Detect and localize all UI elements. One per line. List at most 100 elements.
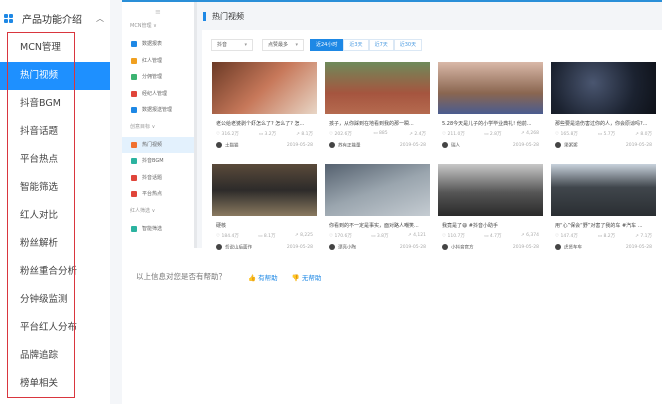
video-thumbnail[interactable] <box>325 62 430 114</box>
sidebar-heading[interactable]: 产品功能介绍 ︿ <box>4 11 104 26</box>
author[interactable]: 果粥粥 <box>555 142 578 149</box>
video-thumbnail[interactable] <box>438 62 543 114</box>
platform-select[interactable]: 抖音 ▾ <box>211 39 253 51</box>
video-title[interactable]: 你看到的不一定是事实，面对路人嘲笑... <box>325 222 430 229</box>
time-tab[interactable]: 近3天 <box>343 39 369 51</box>
inner-sidebar-item[interactable]: 平台热点 <box>122 186 194 202</box>
video-thumbnail[interactable] <box>212 164 317 216</box>
sidebar-item[interactable]: 智能筛选 <box>0 174 110 202</box>
author[interactable]: 虎贤车车 <box>555 244 582 251</box>
video-thumbnail[interactable] <box>438 164 543 216</box>
video-date: 2019-05-28 <box>286 244 313 250</box>
stat-comments: ▭ 8.2万 <box>598 233 615 239</box>
stat-shares: ↗ 6,374 <box>521 233 539 239</box>
stat-comments: ▭ 3.8万 <box>371 233 388 239</box>
sidebar-item[interactable]: 品牌追踪 <box>0 342 110 370</box>
sidebar-item[interactable]: 红人对比 <box>0 202 110 230</box>
stat-likes: ♡ 110.7万 <box>442 233 465 239</box>
author[interactable]: 土猫猫 <box>216 142 239 149</box>
sidebar-item[interactable]: 抖音BGM <box>0 90 110 118</box>
stat-likes: ♡ 165.8万 <box>555 131 578 137</box>
feedback-question: 以上信息对您是否有帮助？ <box>136 272 226 281</box>
inner-sidebar-item[interactable]: 红人管理 <box>122 53 194 69</box>
inner-sidebar-item[interactable]: 数据报送管理 <box>122 102 194 118</box>
avatar <box>329 142 335 148</box>
author[interactable]: 小抖音官方 <box>442 244 474 251</box>
inner-group-label[interactable]: MCN管理 ∨ <box>130 22 157 29</box>
video-title[interactable]: 老公给老婆剥个虾怎么了? 怎么了? 怎... <box>212 120 317 127</box>
helpful-button[interactable]: 👍 有帮助 <box>248 272 278 282</box>
time-tab[interactable]: 近24小时 <box>310 39 344 51</box>
time-tab[interactable]: 近30天 <box>393 39 423 51</box>
avatar <box>442 142 448 148</box>
inner-sidebar-item[interactable]: 抖音BGM <box>122 153 194 169</box>
stat-value: 8.0万 <box>640 132 652 137</box>
stat-likes: ♡ 211.0万 <box>442 131 465 137</box>
sort-select[interactable]: 点赞最多 ▾ <box>262 39 304 51</box>
video-card[interactable]: 硬核 ♡ 184.4万 ▭ 8.1万 ↗ 8,225 哲说山后面作 2019-05-28 <box>212 164 317 252</box>
not-helpful-label: 无帮助 <box>301 273 322 282</box>
video-stats: ♡ 184.4万 ▭ 8.1万 ↗ 8,225 <box>212 233 317 239</box>
inner-sidebar-item[interactable]: 抖音话题 <box>122 170 194 186</box>
video-thumbnail[interactable] <box>551 62 656 114</box>
sort-value: 点赞最多 <box>268 42 289 48</box>
feedback-bar: 以上信息对您是否有帮助？ 👍 有帮助 👎 无帮助 <box>136 271 321 282</box>
video-title[interactable]: 孩子，从你踩到在地看到我的那一瞬... <box>325 120 430 127</box>
video-card[interactable]: 5.28今天是儿子的小学毕业典礼! 他前... ♡ 211.0万 ▭ 2.8万 ↗ 4… <box>438 62 543 150</box>
video-thumbnail[interactable] <box>325 164 430 216</box>
video-card[interactable]: 孩子，从你踩到在地看到我的那一瞬... ♡ 202.6万 ▭ 885 ↗ 2.4万 苏有… <box>325 62 430 150</box>
divider <box>110 0 122 404</box>
sidebar-item[interactable]: 粉丝解析 <box>0 230 110 258</box>
author-name: 哲说山后面作 <box>225 245 252 251</box>
sidebar-item[interactable]: 平台红人分布 <box>0 314 110 342</box>
inner-sidebar-item[interactable]: 数据报表 <box>122 36 194 52</box>
inner-sidebar-item[interactable]: 热门视频 <box>122 136 194 153</box>
video-title[interactable]: 用“心”保会“野”对害了我的车 #汽车 ... <box>551 222 656 229</box>
not-helpful-button[interactable]: 👎 无帮助 <box>292 272 322 282</box>
video-thumbnail[interactable] <box>551 164 656 216</box>
menu-icon[interactable]: ≡ <box>155 8 161 16</box>
sidebar-item[interactable]: MCN管理 <box>0 34 110 62</box>
sidebar-item[interactable]: 分钟级监测 <box>0 286 110 314</box>
video-title[interactable]: 硬核 <box>212 222 317 229</box>
sidebar-item[interactable]: 抖音话题 <box>0 118 110 146</box>
stat-value: 202.6万 <box>334 132 352 137</box>
stat-value: 8.2万 <box>603 234 616 239</box>
sidebar-item[interactable]: 粉丝重合分析 <box>0 258 110 286</box>
stat-value: 2.8万 <box>489 132 502 137</box>
inner-item-label: 分佣管理 <box>142 74 163 80</box>
stat-shares: ↗ 4,121 <box>408 233 426 239</box>
inner-sidebar-item[interactable]: 智能筛选 <box>122 221 194 237</box>
sidebar-item[interactable]: 热门视频 <box>0 62 110 90</box>
video-meta: 漂亮小陶 2019-05-28 <box>325 244 430 251</box>
avatar <box>216 142 222 148</box>
video-stats: ♡ 110.7万 ▭ 4.7万 ↗ 6,374 <box>438 233 543 239</box>
inner-item-label: 数据报送管理 <box>142 107 173 113</box>
inner-sidebar-item[interactable]: 经纪人管理 <box>122 86 194 102</box>
video-card[interactable]: 我竟是了😄 #抖音小助手 ♡ 110.7万 ▭ 4.7万 ↗ 6,374 小抖音官方 20… <box>438 164 543 252</box>
stat-likes: ♡ 184.4万 <box>216 233 239 239</box>
video-thumbnail[interactable] <box>212 62 317 114</box>
video-card[interactable]: 老公给老婆剥个虾怎么了? 怎么了? 怎... ♡ 316.2万 ▭ 3.2万 ↗ 8.… <box>212 62 317 150</box>
sidebar-item[interactable]: 榜单相关 <box>0 370 110 398</box>
video-card[interactable]: 那些要是造伤害过你的人，你会原谅吗?... ♡ 165.8万 ▭ 5.7万 ↗ 8.0… <box>551 62 656 150</box>
menu-item-icon <box>131 57 137 64</box>
video-card[interactable]: 用“心”保会“野”对害了我的车 #汽车 ... ♡ 147.4万 ▭ 8.2万 ↗ 7… <box>551 164 656 252</box>
inner-group-label[interactable]: 创意目标 ∨ <box>130 123 155 130</box>
inner-item-label: 红人管理 <box>142 57 163 64</box>
author[interactable]: 瑞人 <box>442 142 460 149</box>
stat-likes: ♡ 316.2万 <box>216 131 239 137</box>
author[interactable]: 苏有正能量 <box>329 142 361 149</box>
sidebar-heading-label: 产品功能介绍 <box>22 15 82 26</box>
inner-sidebar-item[interactable]: 分佣管理 <box>122 69 194 85</box>
video-meta: 小抖音官方 2019-05-28 <box>438 244 543 251</box>
time-tab[interactable]: 近7天 <box>368 39 394 51</box>
sidebar-item[interactable]: 平台热点 <box>0 146 110 174</box>
author[interactable]: 漂亮小陶 <box>329 244 356 251</box>
video-title[interactable]: 那些要是造伤害过你的人，你会原谅吗?... <box>551 120 656 127</box>
inner-group-label[interactable]: 红人筛选 ∨ <box>130 207 155 214</box>
video-card[interactable]: 你看到的不一定是事实，面对路人嘲笑... ♡ 170.6万 ▭ 3.8万 ↗ 4,12… <box>325 164 430 252</box>
video-title[interactable]: 5.28今天是儿子的小学毕业典礼! 他前... <box>438 120 543 127</box>
video-title[interactable]: 我竟是了😄 #抖音小助手 <box>438 222 543 229</box>
author[interactable]: 哲说山后面作 <box>216 244 252 251</box>
